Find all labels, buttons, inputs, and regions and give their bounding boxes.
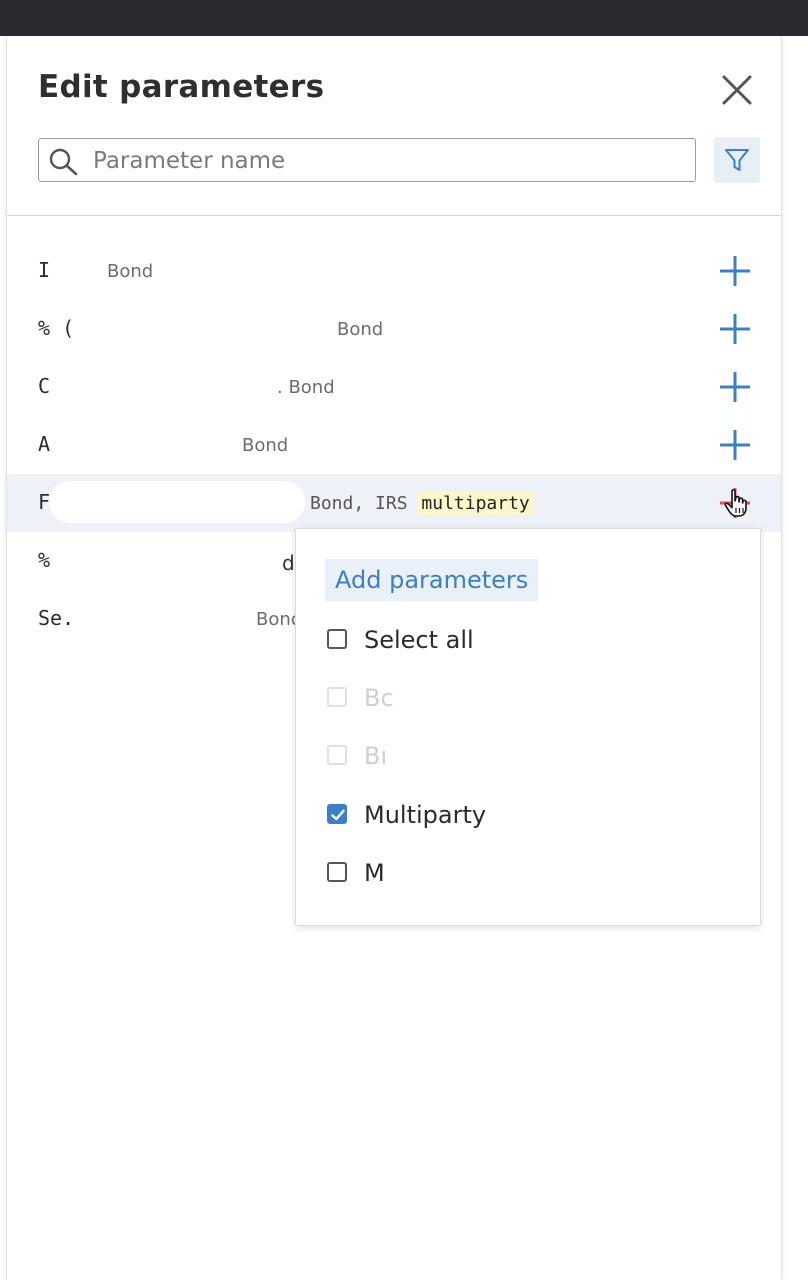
plus-icon (720, 372, 750, 402)
checkbox (327, 687, 347, 707)
parameter-tags: Bond (107, 261, 154, 282)
option-label: M (364, 859, 385, 887)
filter-icon (725, 149, 749, 171)
window-top-bar (0, 0, 808, 36)
option-select-all[interactable]: Select all (327, 626, 727, 656)
option-label: Multiparty (364, 801, 487, 829)
option-item: Bı (327, 742, 727, 772)
checkbox[interactable] (327, 629, 347, 649)
option-label: Select all (364, 626, 474, 654)
hand-cursor-icon (724, 489, 747, 517)
parameter-row[interactable]: I Bond (7, 242, 781, 300)
add-parameters-dropdown: Add parameters Select all Bc Bı Multipar… (295, 528, 761, 926)
parameter-row-selected[interactable]: F Bond, IRS multiparty (7, 474, 781, 532)
parameter-name: C (38, 374, 51, 398)
parameter-tags: Bonc (256, 609, 301, 630)
close-icon (722, 75, 752, 105)
parameter-name: Se. (38, 606, 75, 630)
parameter-row[interactable]: C . Bond (7, 358, 781, 416)
parameter-row[interactable]: A Bond (7, 416, 781, 474)
add-parameter-button[interactable] (714, 428, 760, 462)
edit-parameters-panel: Edit parameters I Bond % ( Bond (6, 36, 782, 1280)
checkmark-icon (331, 809, 345, 821)
parameter-tags: d (282, 551, 295, 575)
option-label: Bı (364, 742, 388, 770)
parameter-tags: Bond (242, 435, 289, 456)
parameter-tags: Bond (337, 319, 384, 340)
search-icon (49, 148, 78, 176)
option-item[interactable]: M (327, 859, 727, 889)
add-parameter-button[interactable] (714, 312, 760, 346)
parameter-name: I (38, 258, 51, 282)
panel-title: Edit parameters (38, 69, 325, 105)
parameter-row[interactable]: % ( Bond (7, 300, 781, 358)
search-input[interactable] (91, 143, 685, 179)
checkbox[interactable] (327, 862, 347, 882)
parameter-tags: . Bond (277, 377, 335, 398)
keyword-highlight: multiparty (418, 492, 533, 515)
plus-icon (720, 256, 750, 286)
filter-button[interactable] (714, 137, 760, 183)
parameter-name: % (38, 548, 51, 572)
plus-icon (720, 314, 750, 344)
parameter-name: A (38, 432, 51, 456)
close-button[interactable] (716, 69, 758, 111)
checkbox-checked[interactable] (327, 804, 347, 824)
add-parameter-button[interactable] (714, 254, 760, 288)
add-parameter-button[interactable] (714, 370, 760, 404)
option-label: Bc (364, 684, 394, 712)
option-multiparty[interactable]: Multiparty (327, 801, 727, 831)
checkbox (327, 745, 347, 765)
parameter-tags: Bond, IRS multiparty (310, 492, 533, 515)
dropdown-title: Add parameters (325, 559, 539, 601)
parameter-name: % ( (38, 316, 75, 340)
header-divider (7, 215, 781, 216)
plus-icon (720, 430, 750, 460)
option-item: Bc (327, 684, 727, 714)
redacted-area (49, 481, 305, 523)
search-box (38, 138, 696, 182)
